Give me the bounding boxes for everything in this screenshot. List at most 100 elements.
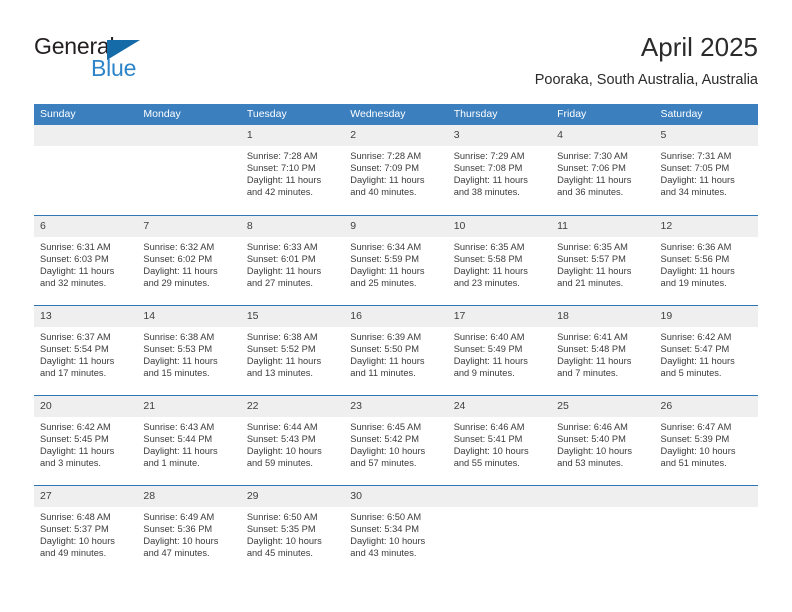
calendar-day-cell[interactable]: 12 Sunrise: 6:36 AM Sunset: 5:56 PM Dayligh… [654, 214, 758, 305]
day-number: 29 [240, 485, 345, 507]
calendar-day-cell[interactable]: 16 Sunrise: 6:39 AM Sunset: 5:50 PM Dayligh… [344, 304, 448, 395]
calendar-day-cell[interactable]: 6 Sunrise: 6:31 AM Sunset: 6:03 PM Daylight… [34, 214, 138, 305]
calendar-day-cell-empty [34, 125, 138, 215]
day-daylight2-text: and 32 minutes. [40, 277, 107, 288]
calendar-day-cell[interactable]: 17 Sunrise: 6:40 AM Sunset: 5:49 PM Dayligh… [447, 304, 552, 395]
weekday-header-tuesday: Tuesday [240, 104, 345, 125]
calendar-day-cell[interactable]: 20 Sunrise: 6:42 AM Sunset: 5:45 PM Dayligh… [34, 394, 138, 485]
day-number: 26 [654, 395, 758, 417]
day-sunset-text: Sunset: 5:43 PM [246, 433, 316, 444]
day-number: 12 [654, 215, 758, 237]
day-number: 23 [344, 395, 448, 417]
day-sunset-text: Sunset: 5:49 PM [453, 343, 523, 354]
day-detail: Sunrise: 6:32 AM Sunset: 6:02 PM Daylight:… [137, 237, 240, 289]
calendar-day-cell[interactable]: 24 Sunrise: 6:46 AM Sunset: 5:41 PM Dayligh… [447, 394, 552, 485]
day-detail: Sunrise: 6:38 AM Sunset: 5:53 PM Daylight:… [137, 327, 240, 379]
day-daylight2-text: and 55 minutes. [453, 457, 520, 468]
day-detail: Sunrise: 7:31 AM Sunset: 7:05 PM Daylight:… [655, 146, 758, 198]
calendar-day-cell[interactable]: 14 Sunrise: 6:38 AM Sunset: 5:53 PM Dayligh… [137, 304, 241, 395]
calendar-day-cell[interactable]: 22 Sunrise: 6:44 AM Sunset: 5:43 PM Dayligh… [240, 394, 345, 485]
calendar-day-cell[interactable]: 11 Sunrise: 6:35 AM Sunset: 5:57 PM Dayligh… [551, 214, 655, 305]
calendar-day-cell[interactable]: 4 Sunrise: 7:30 AM Sunset: 7:06 PM Daylight… [551, 125, 655, 215]
day-detail: Sunrise: 6:46 AM Sunset: 5:41 PM Daylight:… [448, 417, 551, 469]
day-number: 1 [240, 125, 345, 146]
calendar-day-cell[interactable]: 28 Sunrise: 6:49 AM Sunset: 5:36 PM Dayligh… [137, 484, 241, 575]
calendar-day-cell[interactable]: 23 Sunrise: 6:45 AM Sunset: 5:42 PM Dayligh… [344, 394, 448, 485]
day-sunset-text: Sunset: 5:52 PM [246, 343, 316, 354]
day-number [34, 125, 138, 146]
calendar-day-cell[interactable]: 25 Sunrise: 6:46 AM Sunset: 5:40 PM Dayligh… [551, 394, 655, 485]
day-detail [34, 146, 137, 150]
day-number: 20 [34, 395, 138, 417]
calendar-day-cell[interactable]: 13 Sunrise: 6:37 AM Sunset: 5:54 PM Dayligh… [34, 304, 138, 395]
day-sunrise-text: Sunrise: 6:42 AM [40, 421, 111, 432]
day-sunset-text: Sunset: 5:36 PM [143, 523, 213, 534]
weekday-header-thursday: Thursday [447, 104, 552, 125]
day-daylight2-text: and 47 minutes. [143, 547, 210, 558]
day-daylight2-text: and 19 minutes. [660, 277, 727, 288]
day-sunset-text: Sunset: 5:41 PM [453, 433, 523, 444]
brand-logo[interactable]: General Blue [34, 33, 244, 91]
calendar-day-cell[interactable]: 10 Sunrise: 6:35 AM Sunset: 5:58 PM Dayligh… [447, 214, 552, 305]
day-detail: Sunrise: 6:33 AM Sunset: 6:01 PM Daylight:… [241, 237, 344, 289]
day-daylight1-text: Daylight: 11 hours [143, 355, 218, 366]
day-number: 21 [137, 395, 241, 417]
day-daylight1-text: Daylight: 11 hours [350, 355, 425, 366]
calendar-day-cell[interactable]: 1 Sunrise: 7:28 AM Sunset: 7:10 PM Daylight… [240, 125, 345, 215]
day-number: 5 [654, 125, 758, 146]
calendar-day-cell[interactable]: 26 Sunrise: 6:47 AM Sunset: 5:39 PM Dayligh… [654, 394, 758, 485]
day-sunset-text: Sunset: 5:45 PM [40, 433, 109, 444]
day-detail [137, 146, 240, 150]
day-sunset-text: Sunset: 5:59 PM [350, 253, 419, 264]
day-daylight1-text: Daylight: 10 hours [40, 535, 115, 546]
calendar-header-row: Sunday Monday Tuesday Wednesday Thursday… [34, 104, 758, 125]
day-sunset-text: Sunset: 5:47 PM [660, 343, 730, 354]
calendar-week-row: 20 Sunrise: 6:42 AM Sunset: 5:45 PM Dayligh… [34, 394, 758, 485]
day-daylight1-text: Daylight: 11 hours [557, 175, 632, 186]
day-daylight1-text: Daylight: 10 hours [246, 535, 322, 546]
calendar-day-cell[interactable]: 19 Sunrise: 6:42 AM Sunset: 5:47 PM Dayligh… [654, 304, 758, 395]
day-sunset-text: Sunset: 7:10 PM [246, 163, 316, 174]
calendar-day-cell[interactable]: 30 Sunrise: 6:50 AM Sunset: 5:34 PM Dayligh… [344, 484, 448, 575]
day-sunrise-text: Sunrise: 6:39 AM [350, 331, 422, 342]
day-detail: Sunrise: 6:41 AM Sunset: 5:48 PM Daylight:… [551, 327, 654, 379]
day-sunrise-text: Sunrise: 6:45 AM [350, 421, 422, 432]
day-daylight1-text: Daylight: 11 hours [453, 175, 528, 186]
day-number: 6 [34, 215, 138, 237]
calendar-day-cell[interactable]: 2 Sunrise: 7:28 AM Sunset: 7:09 PM Daylight… [344, 125, 448, 215]
calendar-day-cell[interactable]: 15 Sunrise: 6:38 AM Sunset: 5:52 PM Dayligh… [240, 304, 345, 395]
calendar-day-cell[interactable]: 9 Sunrise: 6:34 AM Sunset: 5:59 PM Daylight… [344, 214, 448, 305]
day-sunset-text: Sunset: 5:37 PM [40, 523, 109, 534]
calendar-day-cell[interactable]: 21 Sunrise: 6:43 AM Sunset: 5:44 PM Dayligh… [137, 394, 241, 485]
day-detail: Sunrise: 7:30 AM Sunset: 7:06 PM Daylight:… [551, 146, 654, 198]
day-daylight2-text: and 25 minutes. [350, 277, 417, 288]
day-sunrise-text: Sunrise: 6:46 AM [453, 421, 525, 432]
calendar-day-cell[interactable]: 3 Sunrise: 7:29 AM Sunset: 7:08 PM Daylight… [447, 125, 552, 215]
day-detail: Sunrise: 6:43 AM Sunset: 5:44 PM Daylight:… [137, 417, 240, 469]
day-sunset-text: Sunset: 7:06 PM [557, 163, 626, 174]
day-detail: Sunrise: 7:28 AM Sunset: 7:10 PM Daylight:… [241, 146, 344, 198]
day-number: 10 [447, 215, 552, 237]
calendar-day-cell[interactable]: 29 Sunrise: 6:50 AM Sunset: 5:35 PM Dayligh… [240, 484, 345, 575]
calendar-body: 1 Sunrise: 7:28 AM Sunset: 7:10 PM Daylight… [34, 125, 758, 575]
day-sunset-text: Sunset: 5:48 PM [557, 343, 626, 354]
calendar-day-cell[interactable]: 27 Sunrise: 6:48 AM Sunset: 5:37 PM Dayligh… [34, 484, 138, 575]
day-number: 27 [34, 485, 138, 507]
calendar-day-cell[interactable]: 7 Sunrise: 6:32 AM Sunset: 6:02 PM Daylight… [137, 214, 241, 305]
day-daylight1-text: Daylight: 10 hours [453, 445, 529, 456]
day-detail: Sunrise: 6:39 AM Sunset: 5:50 PM Daylight:… [344, 327, 447, 379]
day-sunrise-text: Sunrise: 7:28 AM [246, 151, 318, 161]
day-sunrise-text: Sunrise: 6:40 AM [453, 331, 525, 342]
day-daylight2-text: and 59 minutes. [246, 457, 313, 468]
day-daylight2-text: and 23 minutes. [453, 277, 520, 288]
day-daylight1-text: Daylight: 10 hours [660, 445, 736, 456]
day-sunrise-text: Sunrise: 6:35 AM [453, 241, 525, 252]
calendar-day-cell[interactable]: 8 Sunrise: 6:33 AM Sunset: 6:01 PM Daylight… [240, 214, 345, 305]
calendar-day-cell-empty [551, 484, 655, 575]
day-number: 25 [551, 395, 655, 417]
day-number [137, 125, 241, 146]
calendar-day-cell[interactable]: 5 Sunrise: 7:31 AM Sunset: 7:05 PM Daylight… [654, 125, 758, 215]
calendar-day-cell[interactable]: 18 Sunrise: 6:41 AM Sunset: 5:48 PM Dayligh… [551, 304, 655, 395]
day-number: 11 [551, 215, 655, 237]
calendar-week-row: 27 Sunrise: 6:48 AM Sunset: 5:37 PM Dayligh… [34, 484, 758, 575]
